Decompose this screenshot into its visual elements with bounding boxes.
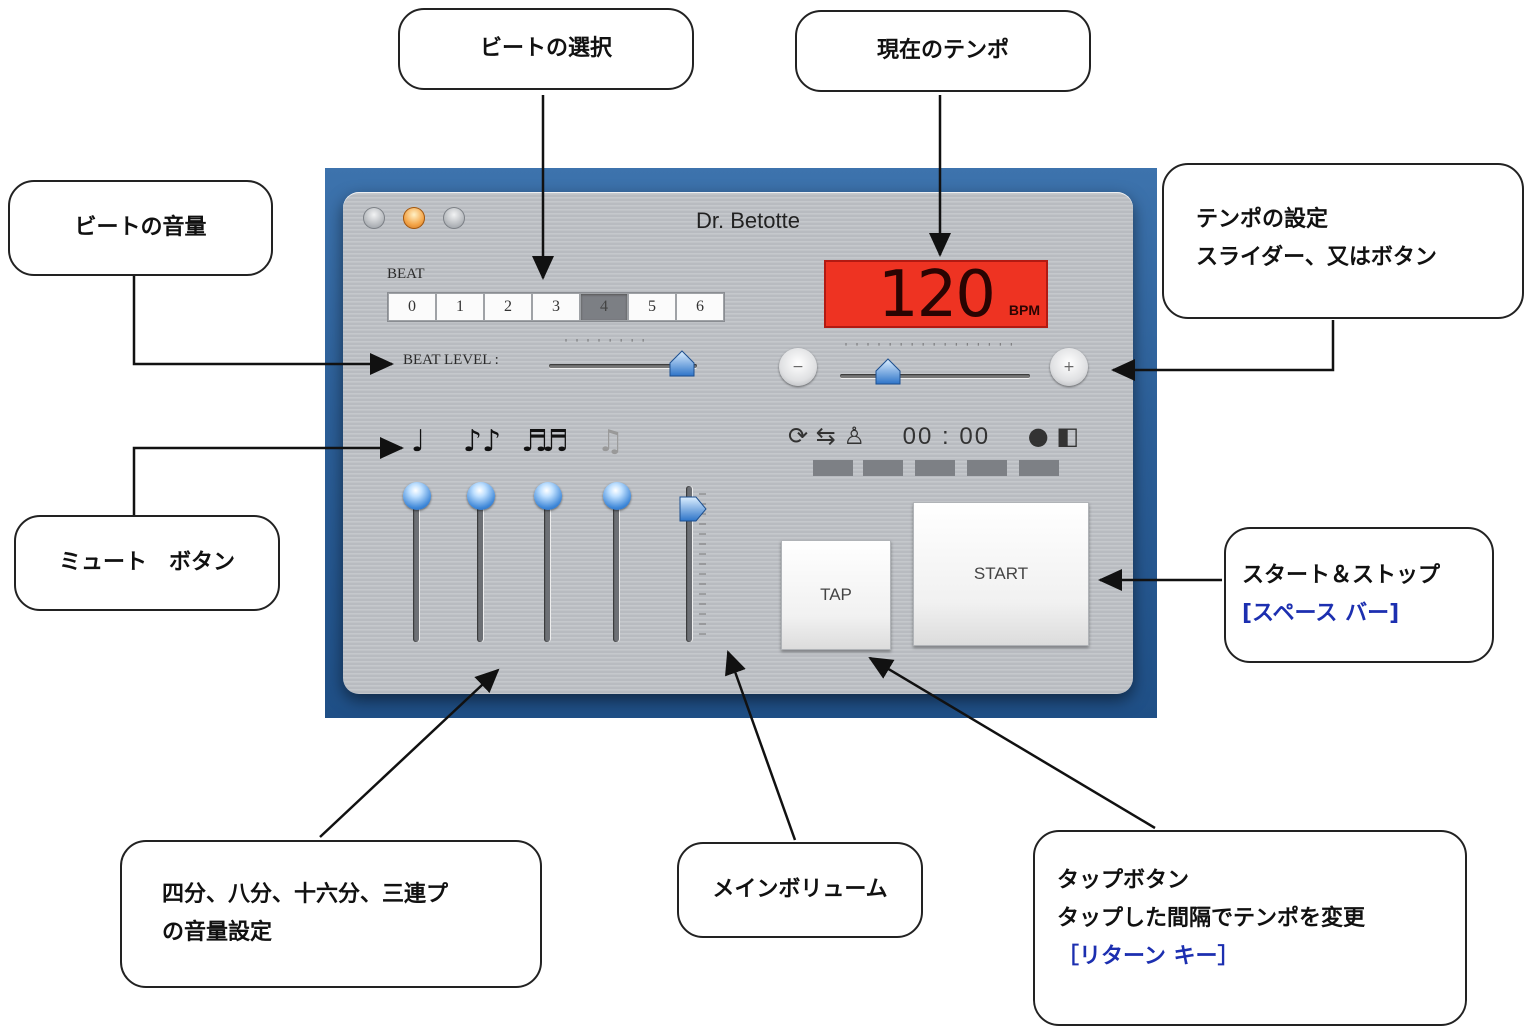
callout-main-volume: メインボリューム xyxy=(677,842,923,938)
callout-tempo-setting-line1: テンポの設定 xyxy=(1196,207,1329,232)
callout-tempo-setting-line2: スライダー、又はボタン xyxy=(1196,245,1437,270)
callout-start-stop-line1: スタート＆ストップ xyxy=(1242,563,1441,588)
callout-start-stop: スタート＆ストップ [スペース バー] xyxy=(1224,527,1494,663)
arrow-tap-button xyxy=(868,656,1156,830)
arrow-main-volume xyxy=(725,650,797,841)
callout-subdivision-line1: 四分、八分、十六分、三連プ xyxy=(162,882,449,907)
arrow-tempo-setting xyxy=(1111,320,1335,381)
callout-current-tempo: 現在のテンポ xyxy=(795,10,1091,92)
callout-start-stop-key: [スペース バー] xyxy=(1242,601,1400,626)
arrow-mute-button xyxy=(132,437,404,520)
callout-beat-select: ビートの選択 xyxy=(398,8,694,90)
callout-mute-button: ミュート ボタン xyxy=(14,515,280,611)
callout-tap-line1: タップボタン xyxy=(1057,868,1190,893)
callout-subdivision: 四分、八分、十六分、三連プ の音量設定 xyxy=(120,840,542,988)
arrow-subdivision xyxy=(319,668,500,838)
callout-tap-key: ［リターン キー］ xyxy=(1057,944,1240,969)
callout-beat-volume: ビートの音量 xyxy=(8,180,273,276)
callout-tempo-setting: テンポの設定 スライダー、又はボタン xyxy=(1162,163,1524,319)
callout-tap-button: タップボタン タップした間隔でテンポを変更 ［リターン キー］ xyxy=(1033,830,1467,1026)
arrow-beat-volume xyxy=(132,275,394,375)
callout-tap-line2: タップした間隔でテンポを変更 xyxy=(1057,906,1366,931)
callout-subdivision-line2: の音量設定 xyxy=(162,920,273,945)
